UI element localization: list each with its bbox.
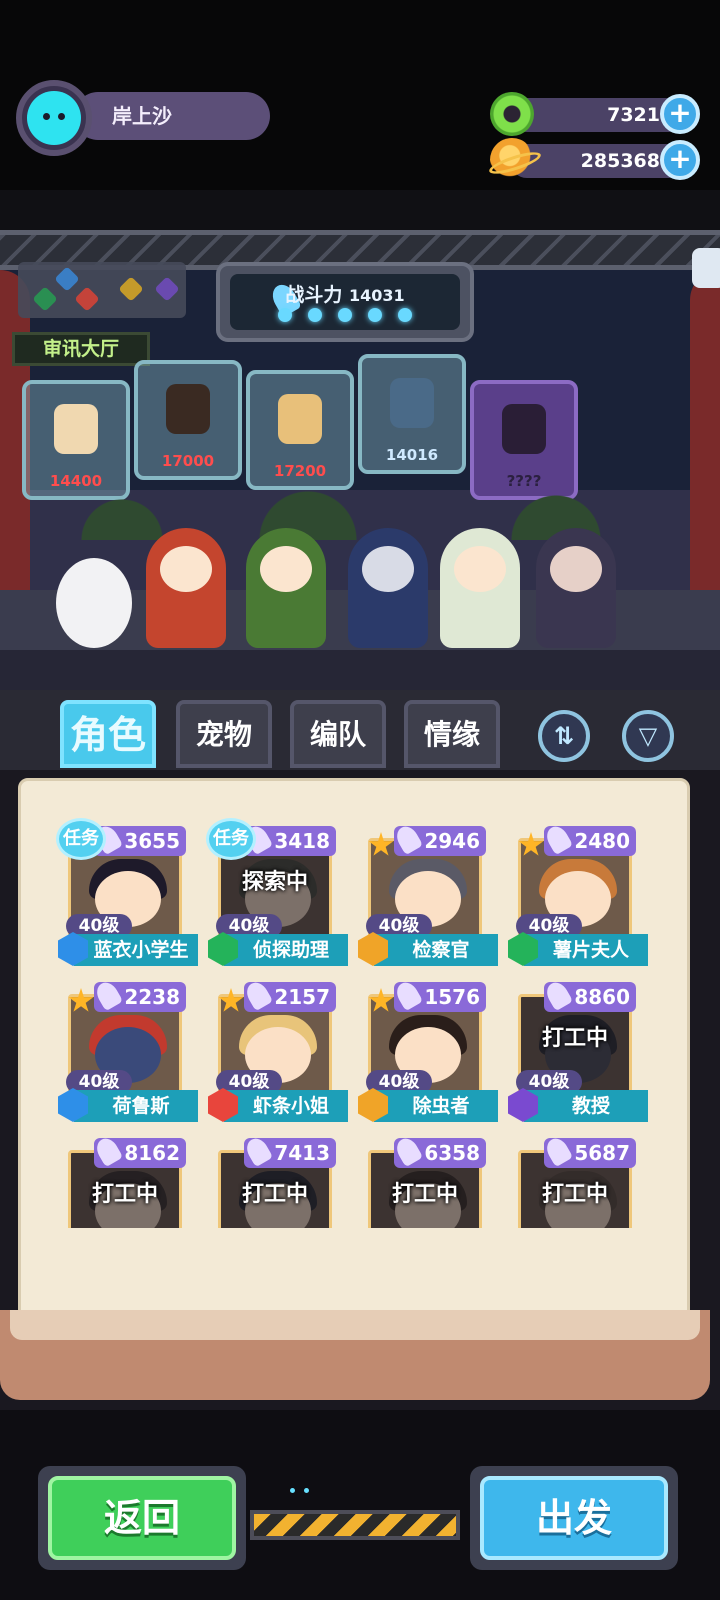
enemy-frame[interactable]: 14400	[22, 380, 130, 500]
character-name: 侦探助理	[224, 934, 348, 966]
tab-characters[interactable]: 角色	[60, 700, 156, 768]
enemy-portrait	[166, 384, 210, 434]
donut-currency: 7321 +	[490, 92, 700, 136]
task-badge: 任务	[56, 818, 106, 860]
team-member[interactable]	[146, 528, 226, 648]
tab-formation[interactable]: 编队	[290, 700, 386, 768]
power-screen: 战斗力 14031	[230, 274, 460, 330]
planet-coin-icon	[490, 138, 534, 182]
character-card[interactable]: 6358 打工中	[356, 1130, 486, 1228]
team-member[interactable]	[348, 528, 428, 648]
character-name: 除虫者	[374, 1090, 498, 1122]
combat-power-label: 战斗力	[285, 284, 343, 306]
character-card[interactable]: 8860 打工中 40级 教授	[506, 974, 648, 1126]
book-cover	[0, 1310, 710, 1400]
character-card[interactable]: 5687 打工中	[506, 1130, 636, 1228]
unknown-enemy-portrait	[502, 404, 546, 454]
enemy-portrait	[54, 404, 98, 454]
donut-icon	[490, 92, 534, 136]
character-grid: 3655 任务 40级 蓝衣小学生 3418 任务 探索中 40级 侦探助理 2…	[56, 818, 656, 1228]
cat-face-icon	[27, 91, 81, 145]
add-donut-button[interactable]: +	[660, 94, 700, 134]
character-name: 教授	[524, 1090, 648, 1122]
character-card[interactable]: 2238 40级 荷鲁斯	[56, 974, 198, 1126]
enemy-portrait	[278, 394, 322, 444]
character-status: 打工中	[391, 1182, 458, 1207]
character-name: 检察官	[374, 934, 498, 966]
back-button[interactable]: 返回	[38, 1466, 246, 1570]
combat-power-display: 战斗力 14031	[230, 280, 460, 307]
character-status: 打工中	[541, 1026, 608, 1051]
character-name: 荷鲁斯	[74, 1090, 198, 1122]
enemy-portrait	[390, 378, 434, 428]
character-status: 打工中	[541, 1182, 608, 1207]
team-characters	[50, 508, 690, 648]
character-name: 蓝衣小学生	[74, 934, 198, 966]
enemy-power: 14400	[49, 472, 103, 490]
formation-slot-dots	[278, 308, 412, 322]
indicator-dot	[290, 1488, 295, 1493]
character-name: 虾条小姐	[224, 1090, 348, 1122]
character-status: 探索中	[241, 870, 308, 895]
depart-button-label: 出发	[480, 1476, 668, 1560]
character-card[interactable]: 1576 40级 除虫者	[356, 974, 498, 1126]
character-card[interactable]: 3418 任务 探索中 40级 侦探助理	[206, 818, 348, 970]
team-member[interactable]	[440, 528, 520, 648]
back-button-label: 返回	[48, 1476, 236, 1560]
sort-icon[interactable]: ⇅	[538, 710, 590, 762]
player-profile[interactable]: 岸上沙	[12, 80, 270, 156]
depart-button[interactable]: 出发	[470, 1466, 678, 1570]
character-card[interactable]: 2480 40级 薯片夫人	[506, 818, 648, 970]
enemy-frames: 14400 17000 17200 14016 ????	[0, 350, 720, 500]
enemy-power: 14016	[385, 446, 439, 464]
character-card[interactable]: 8162 打工中	[56, 1130, 186, 1228]
player-name: 岸上沙	[74, 92, 270, 140]
enemy-power: 17000	[161, 452, 215, 470]
add-coin-button[interactable]: +	[660, 140, 700, 180]
tab-pets[interactable]: 宠物	[176, 700, 272, 768]
player-avatar[interactable]	[16, 80, 92, 156]
enemy-frame[interactable]: 14016	[358, 354, 466, 474]
character-status: 打工中	[241, 1182, 308, 1207]
task-badge: 任务	[206, 818, 256, 860]
stage-scene: 战斗力 14031 审讯大厅 14400 17000 17200 14016 ?…	[0, 190, 720, 690]
team-member[interactable]	[246, 528, 326, 648]
team-member[interactable]	[536, 528, 616, 648]
indicator-dot	[304, 1488, 309, 1493]
hazard-rail	[250, 1510, 460, 1540]
combat-power-value: 14031	[348, 286, 405, 305]
combat-power-panel: 战斗力 14031	[216, 262, 474, 342]
enemy-power: ????	[506, 472, 542, 490]
character-card[interactable]: 2946 40级 检察官	[356, 818, 498, 970]
eyeball-pet[interactable]	[56, 558, 132, 648]
character-status: 打工中	[91, 1182, 158, 1207]
character-card[interactable]: 3655 任务 40级 蓝衣小学生	[56, 818, 198, 970]
enemy-frame[interactable]: 17000	[134, 360, 242, 480]
enemy-frame[interactable]: 17200	[246, 370, 354, 490]
blurred-page-text	[148, 1222, 648, 1248]
element-relation-icon[interactable]	[18, 262, 186, 318]
share-icon[interactable]	[692, 248, 720, 288]
filter-icon[interactable]: ▽	[622, 710, 674, 762]
character-card[interactable]: 2157 40级 虾条小姐	[206, 974, 348, 1126]
game-screen: 岸上沙 7321 + 285368 + 战斗力 14031 审讯大厅 14400…	[0, 0, 720, 1600]
character-name: 薯片夫人	[524, 934, 648, 966]
tab-bonds[interactable]: 情缘	[404, 700, 500, 768]
coin-currency: 285368 +	[490, 138, 700, 182]
enemy-frame-locked[interactable]: ????	[470, 380, 578, 500]
character-card[interactable]: 7413 打工中	[206, 1130, 336, 1228]
enemy-power: 17200	[273, 462, 327, 480]
bottom-bar: 返回 出发	[0, 1410, 720, 1600]
tab-bar: 角色 宠物 编队 情缘 ⇅ ▽	[0, 690, 720, 770]
